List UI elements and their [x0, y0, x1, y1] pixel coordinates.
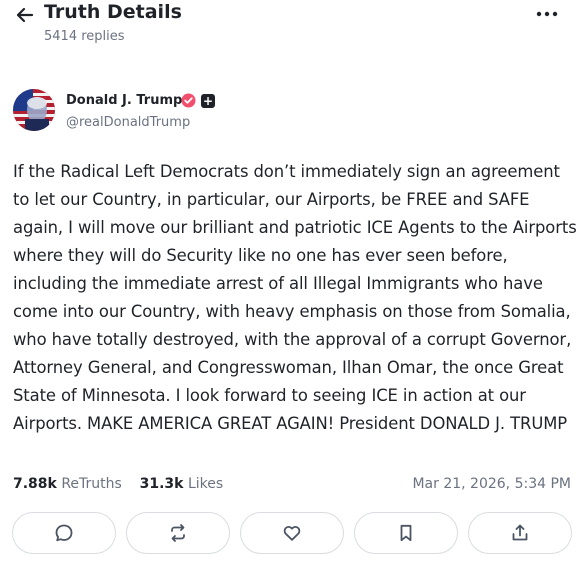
likes-label: Likes	[187, 476, 224, 492]
back-button[interactable]	[12, 2, 38, 28]
share-button[interactable]	[468, 512, 572, 554]
more-horizontal-icon	[536, 11, 558, 17]
like-button[interactable]	[240, 512, 344, 554]
avatar[interactable]	[13, 89, 55, 131]
retruth-icon	[171, 524, 185, 542]
page-header: Truth Details 5414 replies	[0, 0, 585, 60]
post-stats: 7.88k ReTruths 31.3k Likes	[13, 476, 223, 492]
author-name[interactable]: Donald J. Trump	[66, 93, 182, 108]
arrow-left-icon	[16, 7, 34, 23]
heart-icon	[283, 525, 301, 541]
retruth-button[interactable]	[126, 512, 230, 554]
retruths-count: 7.88k	[13, 476, 57, 492]
retruths-stat[interactable]: 7.88k ReTruths	[13, 476, 122, 492]
share-icon	[512, 524, 528, 541]
avatar-image	[13, 89, 55, 131]
likes-stat[interactable]: 31.3k Likes	[140, 476, 224, 492]
post-text: If the Radical Left Democrats don’t imme…	[13, 162, 577, 433]
bookmark-icon	[400, 524, 412, 542]
verified-badge	[181, 93, 196, 108]
reply-icon	[55, 524, 73, 542]
plus-badge-icon: +	[201, 94, 215, 108]
retruths-label: ReTruths	[61, 476, 122, 492]
replies-count: 5414 replies	[44, 29, 125, 44]
bookmark-button[interactable]	[354, 512, 458, 554]
post-timestamp: Mar 21, 2026, 5:34 PM	[412, 476, 571, 492]
action-bar	[12, 512, 574, 554]
page-title: Truth Details	[44, 1, 182, 23]
verified-icon	[181, 93, 196, 108]
author-handle[interactable]: @realDonaldTrump	[66, 115, 190, 130]
reply-button[interactable]	[12, 512, 116, 554]
likes-count: 31.3k	[139, 476, 184, 492]
more-button[interactable]	[534, 4, 560, 24]
